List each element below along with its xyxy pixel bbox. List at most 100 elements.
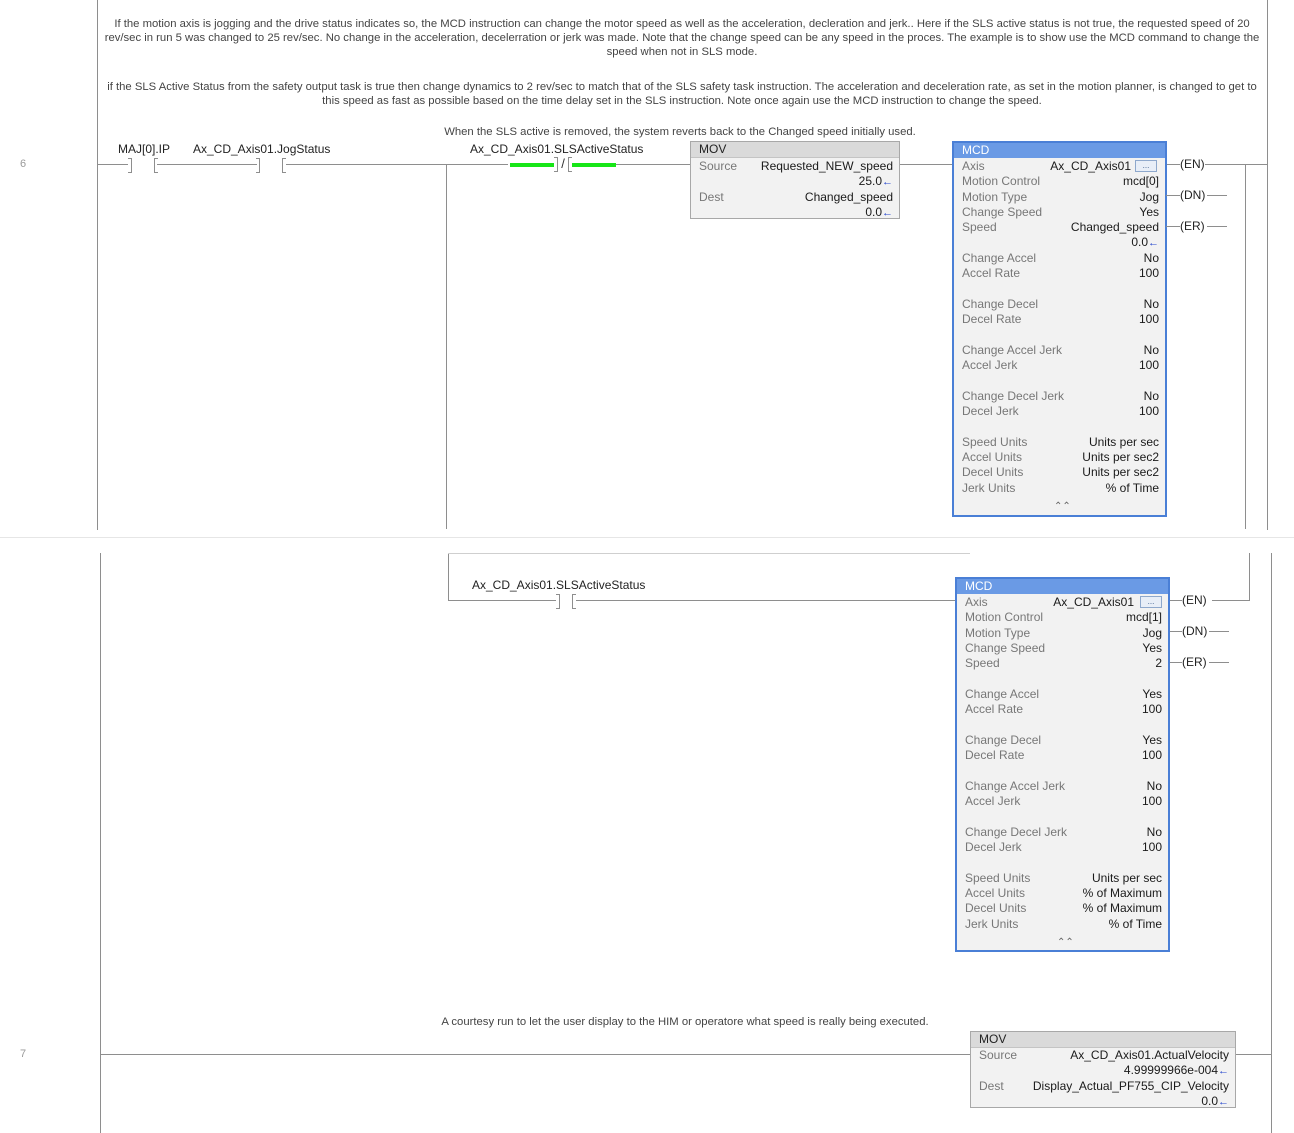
- branch-wire: [448, 553, 449, 600]
- accel-rate-value[interactable]: 100: [1142, 702, 1162, 716]
- rung-wire: [576, 600, 955, 601]
- change-accel-label: Change Accel: [965, 687, 1040, 701]
- decel-rate-label: Decel Rate: [962, 312, 1022, 326]
- live-value-arrow-icon: ←: [1148, 237, 1159, 249]
- speed-units-label: Speed Units: [962, 435, 1028, 449]
- speed-units-value[interactable]: Units per sec: [1089, 435, 1159, 449]
- decel-jerk-value[interactable]: 100: [1139, 404, 1159, 418]
- dest-tag[interactable]: Display_Actual_PF755_CIP_Velocity: [1033, 1079, 1229, 1093]
- live-value-arrow-icon: ←: [1218, 1065, 1229, 1077]
- branch-wire: [1166, 195, 1180, 196]
- change-decel-value[interactable]: Yes: [1142, 733, 1162, 747]
- instruction-title: MOV: [971, 1032, 1235, 1048]
- motion-control-value[interactable]: mcd[0]: [1123, 174, 1159, 188]
- axis-value[interactable]: Ax_CD_Axis01: [1050, 159, 1131, 173]
- motion-control-label: Motion Control: [962, 174, 1041, 188]
- motion-control-label: Motion Control: [965, 610, 1044, 624]
- live-value-arrow-icon: ←: [882, 207, 893, 219]
- accel-units-value[interactable]: Units per sec2: [1082, 450, 1159, 464]
- jerk-units-value[interactable]: % of Time: [1106, 481, 1159, 495]
- mov-instruction[interactable]: MOV Source Requested_NEW_speed 25.0← Dest…: [690, 141, 900, 219]
- rung-comment: When the SLS active is removed, the syst…: [444, 126, 916, 138]
- motion-control-value[interactable]: mcd[1]: [1126, 610, 1162, 624]
- source-label: Source: [699, 159, 738, 173]
- dest-tag[interactable]: Changed_speed: [805, 190, 893, 204]
- dest-value: 0.0: [865, 205, 882, 219]
- contact-tag[interactable]: Ax_CD_Axis01.JogStatus: [193, 142, 330, 156]
- browse-axis-button[interactable]: ...: [1135, 160, 1157, 172]
- change-decel-jerk-label: Change Decel Jerk: [965, 825, 1068, 839]
- speed-value[interactable]: 2: [1155, 656, 1162, 670]
- motion-type-label: Motion Type: [965, 626, 1031, 640]
- speed-label: Speed: [965, 656, 1000, 670]
- xic-contact[interactable]: [256, 158, 286, 173]
- axis-value[interactable]: Ax_CD_Axis01: [1053, 595, 1134, 609]
- contact-tag[interactable]: Ax_CD_Axis01.SLSActiveStatus: [472, 578, 645, 592]
- rung-wire: [286, 164, 508, 165]
- live-value-arrow-icon: ←: [882, 176, 893, 188]
- change-accel-value[interactable]: Yes: [1142, 687, 1162, 701]
- decel-rate-value[interactable]: 100: [1139, 312, 1159, 326]
- speed-value[interactable]: Changed_speed: [1071, 220, 1159, 234]
- mov-instruction[interactable]: MOV Source Ax_CD_Axis01.ActualVelocity 4.…: [970, 1031, 1236, 1108]
- xic-contact[interactable]: [128, 158, 158, 173]
- change-accel-jerk-value[interactable]: No: [1144, 343, 1159, 357]
- rung-wire: [1236, 1054, 1272, 1055]
- change-decel-label: Change Decel: [962, 297, 1039, 311]
- er-output-bit: (ER): [1180, 219, 1205, 233]
- source-value: 25.0: [858, 174, 882, 188]
- change-decel-jerk-value[interactable]: No: [1144, 389, 1159, 403]
- decel-jerk-label: Decel Jerk: [962, 404, 1019, 418]
- change-decel-jerk-value[interactable]: No: [1147, 825, 1162, 839]
- live-value-arrow-icon: ←: [1218, 1096, 1229, 1108]
- decel-rate-value[interactable]: 100: [1142, 748, 1162, 762]
- energized-indicator: [572, 163, 616, 167]
- branch-wire: [1249, 553, 1250, 600]
- source-tag[interactable]: Ax_CD_Axis01.ActualVelocity: [1070, 1048, 1229, 1062]
- accel-units-value[interactable]: % of Maximum: [1083, 886, 1162, 900]
- change-speed-value[interactable]: Yes: [1139, 205, 1159, 219]
- right-power-rail: [1271, 553, 1272, 1133]
- decel-rate-label: Decel Rate: [965, 748, 1025, 762]
- motion-type-value[interactable]: Jog: [1143, 626, 1162, 640]
- decel-units-value[interactable]: Units per sec2: [1082, 465, 1159, 479]
- dn-output-bit: (DN): [1182, 624, 1208, 638]
- accel-jerk-label: Accel Jerk: [965, 794, 1021, 808]
- rung-wire: [1166, 164, 1180, 165]
- instruction-title: MCD: [954, 143, 1165, 158]
- speed-units-value[interactable]: Units per sec: [1092, 871, 1162, 885]
- decel-jerk-label: Decel Jerk: [965, 840, 1022, 854]
- en-output-bit: (EN): [1180, 157, 1205, 171]
- contact-tag[interactable]: MAJ[0].IP: [118, 142, 170, 156]
- double-chevron-up-icon[interactable]: ⌃⌃: [1054, 501, 1071, 512]
- change-decel-value[interactable]: No: [1144, 297, 1159, 311]
- contact-tag[interactable]: Ax_CD_Axis01.SLSActiveStatus: [470, 142, 643, 156]
- xic-contact[interactable]: [556, 594, 576, 609]
- accel-jerk-value[interactable]: 100: [1142, 794, 1162, 808]
- jerk-units-value[interactable]: % of Time: [1109, 917, 1162, 931]
- browse-axis-button[interactable]: ...: [1140, 596, 1162, 608]
- motion-type-value[interactable]: Jog: [1140, 190, 1159, 204]
- rung-number: 7: [20, 1048, 27, 1060]
- change-speed-value[interactable]: Yes: [1142, 641, 1162, 655]
- dest-label: Dest: [979, 1079, 1004, 1093]
- xio-contact[interactable]: /: [554, 156, 572, 172]
- source-tag[interactable]: Requested_NEW_speed: [761, 159, 893, 173]
- rung-comment: A courtesy run to let the user display t…: [441, 1016, 929, 1028]
- accel-rate-value[interactable]: 100: [1139, 266, 1159, 280]
- mcd-instruction[interactable]: MCD Axis Ax_CD_Axis01 ... Motion Control m…: [955, 577, 1170, 952]
- rung-wire: [98, 164, 128, 165]
- dest-label: Dest: [699, 190, 724, 204]
- double-chevron-up-icon[interactable]: ⌃⌃: [1057, 937, 1074, 948]
- change-accel-jerk-value[interactable]: No: [1147, 779, 1162, 793]
- decel-jerk-value[interactable]: 100: [1142, 840, 1162, 854]
- mcd-instruction[interactable]: MCD Axis Ax_CD_Axis01 ... Motion Control m…: [952, 141, 1167, 517]
- branch-wire: [1170, 662, 1182, 663]
- accel-jerk-value[interactable]: 100: [1139, 358, 1159, 372]
- decel-units-label: Decel Units: [962, 465, 1024, 479]
- speed-units-label: Speed Units: [965, 871, 1031, 885]
- decel-units-value[interactable]: % of Maximum: [1083, 901, 1162, 915]
- accel-rate-label: Accel Rate: [965, 702, 1024, 716]
- page-break: [0, 537, 1294, 538]
- change-accel-value[interactable]: No: [1144, 251, 1159, 265]
